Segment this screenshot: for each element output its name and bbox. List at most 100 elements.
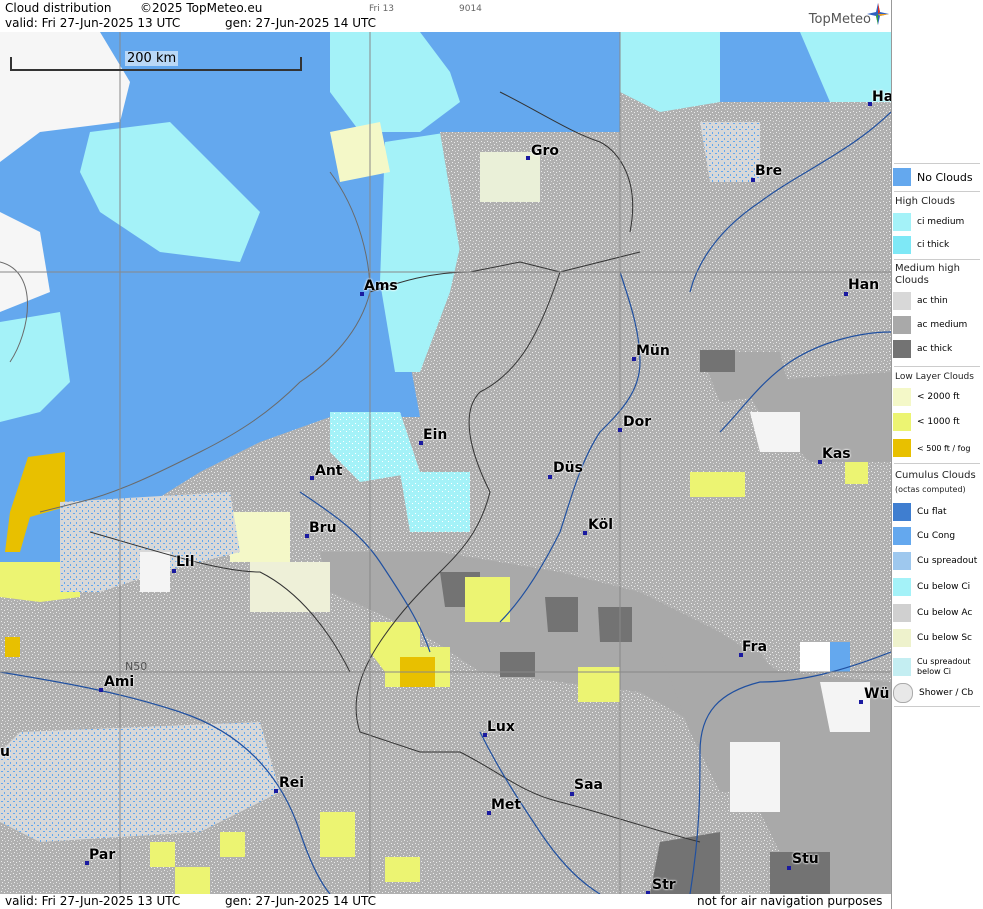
legend-divider [894, 706, 980, 707]
legend-label: ci thick [917, 240, 950, 250]
city-label: Han [848, 277, 880, 293]
cu-cong-swatch [893, 527, 911, 545]
city-label: Ams [364, 278, 398, 294]
legend-ac-medium: ac medium [893, 314, 981, 336]
city-label: Lil [176, 554, 195, 570]
legend-heading: Medium high Clouds [895, 263, 960, 286]
legend-label: Cu spreadout below Ci [917, 657, 971, 676]
legend-ac-thin: ac thin [893, 290, 981, 312]
legend-label: < 1000 ft [917, 417, 960, 427]
city-label: Bru [309, 520, 337, 536]
legend-label: No Clouds [917, 170, 973, 184]
city-marker [99, 688, 103, 692]
low-500-swatch [893, 439, 911, 457]
legend-shower-cb: Shower / Cb [893, 682, 981, 704]
footer-generated-time: gen: 27-Jun-2025 14 UTC [225, 894, 377, 908]
city-label: Düs [553, 460, 583, 476]
legend-cu-below-ac: Cu below Ac [893, 602, 981, 624]
city-label: Str [652, 877, 676, 893]
copyright: ©2025 TopMeteo.eu [140, 1, 263, 15]
legend-heading: Low Layer Clouds [895, 372, 974, 382]
legend-heading: Cumulus Clouds [895, 470, 976, 481]
disclaimer: not for air navigation purposes [697, 894, 883, 908]
ac-thin-swatch [893, 292, 911, 310]
cu-spreadout-below-ci-swatch [893, 658, 911, 676]
cu-below-sc-swatch [893, 629, 911, 647]
legend-cu-below-ci: Cu below Ci [893, 576, 981, 598]
legend-subheading: (octas computed) [895, 485, 966, 494]
cloud-map-canvas [0, 32, 891, 894]
latitude-label: N50 [125, 660, 148, 673]
legend-label: Cu flat [917, 507, 947, 517]
legend-label: Cu below Ac [917, 608, 973, 618]
legend-panel: No Clouds High Clouds ci medium ci thick… [891, 0, 983, 909]
legend-label: < 500 ft / fog [917, 443, 971, 453]
legend-cu-below-sc: Cu below Sc [893, 627, 981, 649]
legend-label: Cu spreadout [917, 556, 978, 566]
map-footer: valid: Fri 27-Jun-2025 13 UTC gen: 27-Ju… [0, 894, 891, 909]
city-label: Fra [742, 639, 768, 655]
city-marker [618, 428, 622, 432]
footer-valid-time: valid: Fri 27-Jun-2025 13 UTC [5, 894, 181, 908]
legend-no-clouds: No Clouds [893, 166, 981, 188]
ac-medium-swatch [893, 316, 911, 334]
cu-below-ac-swatch [893, 604, 911, 622]
cu-spreadout-swatch [893, 552, 911, 570]
legend-divider [894, 366, 980, 367]
generated-time: gen: 27-Jun-2025 14 UTC [225, 16, 377, 30]
scale-label: 200 km [125, 51, 179, 66]
legend-ci-medium: ci medium [893, 211, 981, 233]
city-marker [548, 475, 552, 479]
city-label: Ami [104, 674, 135, 690]
legend-low-500: < 500 ft / fog [893, 437, 981, 459]
legend-cu-cong: Cu Cong [893, 525, 981, 547]
topmeteo-logo: TopMeteo [808, 12, 871, 27]
legend-cu-flat: Cu flat [893, 501, 981, 523]
city-label: Lux [487, 719, 515, 735]
legend-divider [894, 163, 980, 164]
city-label: Stu [792, 851, 819, 867]
cu-below-ci-swatch [893, 578, 911, 596]
legend-label: < 2000 ft [917, 392, 960, 402]
legend-label: ac thin [917, 296, 948, 306]
legend-cu-spreadout-below-ci: Cu spreadout below Ci [893, 654, 981, 680]
shower-cb-swatch [893, 683, 913, 703]
city-label: u [0, 744, 10, 760]
compass-star-icon [867, 3, 889, 25]
legend-low-2000: < 2000 ft [893, 386, 981, 408]
city-label: Bre [755, 163, 783, 179]
city-label: Gro [531, 143, 560, 159]
header-code-2: 9014 [459, 4, 482, 14]
city-label: Dor [623, 414, 652, 430]
map-title: Cloud distribution [5, 1, 112, 15]
low-2000-swatch [893, 388, 911, 406]
city-marker [526, 156, 530, 160]
ac-thick-swatch [893, 340, 911, 358]
header-code-1: Fri 13 [369, 4, 395, 14]
legend-label: ci medium [917, 217, 965, 227]
city-label: Par [89, 847, 116, 863]
low-1000-swatch [893, 413, 911, 431]
legend-divider [894, 259, 980, 260]
valid-time: valid: Fri 27-Jun-2025 13 UTC [5, 16, 181, 30]
city-label: Met [491, 797, 522, 813]
city-label: Wü [864, 686, 890, 702]
city-label: Kas [822, 446, 851, 462]
city-marker [859, 700, 863, 704]
city-marker [583, 531, 587, 535]
legend-label: Cu Cong [917, 531, 956, 541]
legend-cu-spreadout: Cu spreadout [893, 550, 981, 572]
city-marker [310, 476, 314, 480]
legend-label: Cu below Sc [917, 633, 972, 643]
legend-divider [894, 191, 980, 192]
ci-thick-swatch [893, 236, 911, 254]
legend-label: ac thick [917, 344, 953, 354]
ci-medium-swatch [893, 213, 911, 231]
legend-label: Cu below Ci [917, 582, 971, 592]
legend-heading: High Clouds [895, 196, 955, 207]
legend-divider [894, 463, 980, 464]
city-marker [787, 866, 791, 870]
city-label: Mün [636, 343, 670, 359]
legend-ac-thick: ac thick [893, 338, 981, 360]
city-label: Ant [315, 463, 343, 479]
